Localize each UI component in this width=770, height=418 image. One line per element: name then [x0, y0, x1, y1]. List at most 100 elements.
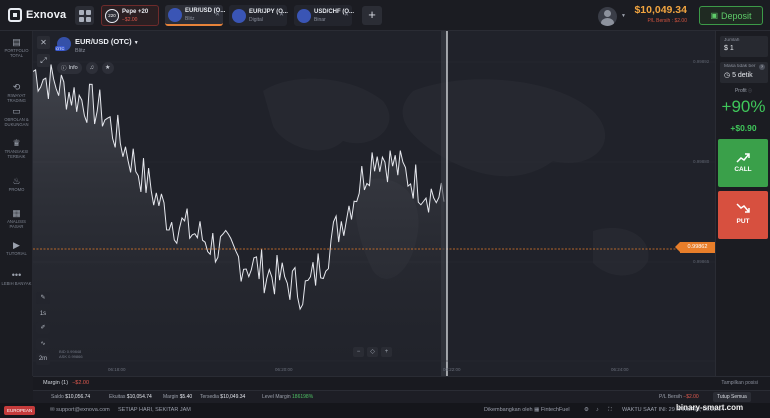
close-icon[interactable]: ✕: [215, 11, 220, 18]
developer-credit: Dikembangkan oleh ▦ FintechFuel: [484, 407, 570, 413]
close-icon[interactable]: ✕: [279, 11, 284, 18]
sidebar-item-best-trades[interactable]: ♛ TRANSAKSI TERBAIK: [0, 138, 33, 159]
eu-flag-icon: [232, 8, 246, 23]
put-button[interactable]: PUT: [718, 191, 768, 239]
tab-pepe[interactable]: 220 Pepe +20 −$2.00: [101, 5, 159, 26]
more-icon: •••: [11, 270, 22, 280]
close-icon[interactable]: ✕: [344, 11, 349, 18]
drawing-tools-icon[interactable]: ✎: [36, 292, 50, 304]
account-stats: Saldo $10,056.74 Ekuitas $10,054.74 Marg…: [33, 390, 770, 403]
pencil-icon[interactable]: ✐: [36, 322, 50, 334]
equity-value: $10,054.74: [126, 394, 152, 400]
expiry-field[interactable]: Masa tidak ber ◷ 5 detik ?: [720, 62, 768, 83]
profit-label: Profit: [734, 88, 747, 94]
info-button[interactable]: ⓘ Info: [57, 62, 82, 74]
chart-area[interactable]: ✕ ⤢ OTC EUR/USD (OTC) ▼ Blitz ⓘ Info ♫ ★…: [33, 31, 715, 376]
support-email[interactable]: support@exnova.com: [56, 407, 110, 413]
help-icon[interactable]: ⓘ: [748, 88, 752, 93]
sidebar-item-tutorial[interactable]: ▶ TUTORIAL: [0, 240, 33, 256]
expand-icon[interactable]: ⤢: [37, 54, 50, 67]
eu-flag-icon: [168, 7, 182, 22]
sidebar-item-market-analysis[interactable]: ▦ ANALISIS PASAR: [0, 208, 33, 229]
tab-eur-usd[interactable]: EUR/USD (O... Blitz ✕: [165, 5, 225, 26]
news-icon: ▦: [12, 208, 21, 218]
x-tick-label: 06:20:00: [275, 367, 293, 372]
wallet-icon: ▣: [710, 11, 719, 20]
timeframe-2m[interactable]: 2m: [36, 353, 50, 365]
add-tab-button[interactable]: +: [362, 6, 382, 25]
logo[interactable]: Exnova: [8, 8, 66, 22]
top-bar: Exnova 220 Pepe +20 −$2.00 EUR/USD (O...…: [0, 0, 770, 31]
balance-amount: $10,049.34: [634, 4, 687, 16]
tutorial-icon: ▶: [13, 240, 20, 250]
amount-value[interactable]: $ 1: [724, 45, 764, 52]
tab-sub: −$2.00: [122, 16, 138, 23]
x-tick-label: 06:24:00: [611, 367, 629, 372]
sidebar-item-history[interactable]: ⟲ RIWAYAT TRADING: [0, 82, 33, 103]
sidebar-item-promo[interactable]: ♨ PROMO: [0, 176, 33, 192]
y-tick-label: 0.99892: [693, 59, 710, 64]
asset-sub: Blitz: [75, 48, 86, 54]
zoom-reset-button[interactable]: ◇: [367, 347, 378, 357]
asset-header[interactable]: OTC EUR/USD (OTC) ▼ Blitz: [55, 37, 139, 54]
clock-icon: ◷: [724, 72, 731, 79]
apps-grid-button[interactable]: [75, 6, 94, 25]
trophy-icon: ♛: [12, 138, 21, 148]
zoom-in-button[interactable]: +: [381, 347, 392, 357]
settings-icon[interactable]: ⚙: [584, 407, 589, 413]
close-all-button[interactable]: Tutup Semua: [713, 392, 751, 402]
ask-value: ASK 0.99866: [59, 354, 83, 359]
tab-usd-chf[interactable]: USD/CHF (O... Binar ✕: [294, 5, 354, 26]
star-icon[interactable]: ★: [101, 62, 114, 74]
close-chart-button[interactable]: ✕: [37, 36, 50, 49]
pepe-badge-icon: 220: [105, 8, 119, 23]
y-tick-label: 0.99865: [693, 259, 710, 264]
tab-label: Pepe +20: [122, 8, 149, 15]
info-icon: ⓘ: [61, 66, 67, 72]
price-chart: [33, 31, 715, 376]
briefcase-icon: ▤: [12, 37, 21, 47]
show-positions-link[interactable]: Tampilkan posisi: [721, 380, 758, 386]
language-selector[interactable]: EUROPEAN: [4, 406, 36, 415]
chevron-down-icon[interactable]: ▼: [621, 13, 626, 19]
asset-actions: ⓘ Info ♫ ★: [57, 62, 114, 74]
margin-title: Margin (1): [43, 380, 69, 386]
trend-up-icon: [736, 153, 750, 163]
amount-field[interactable]: Jumlah $ 1: [720, 36, 768, 57]
chart-type-icon[interactable]: ∿: [36, 338, 50, 350]
mail-icon: ✉: [50, 407, 55, 413]
margin-pl: −$2.00: [72, 380, 90, 386]
trend-down-icon: [736, 203, 750, 213]
bell-icon[interactable]: ♫: [85, 62, 98, 74]
profit-amount: +$0.90: [730, 123, 757, 133]
margin-value: $5.40: [179, 394, 193, 400]
available-value: $10,049.34: [220, 394, 246, 400]
help-icon[interactable]: ?: [759, 64, 765, 70]
zoom-out-button[interactable]: −: [353, 347, 364, 357]
x-tick-label: 06:18:00: [108, 367, 126, 372]
sidebar-item-chat[interactable]: ▭ OBROLAN & DUKUNGAN: [0, 106, 33, 127]
timeframe-1s[interactable]: 1s: [36, 308, 50, 320]
call-button[interactable]: CALL: [718, 139, 768, 187]
chevron-down-icon: ▼: [133, 40, 139, 46]
sidebar: ▤ PORTFOLIO TOTAL ⟲ RIWAYAT TRADING ▭ OB…: [0, 31, 33, 376]
fullscreen-icon[interactable]: ⛶: [608, 407, 612, 414]
y-tick-label: 0.99880: [693, 159, 710, 164]
net-pl-value: −$2.00: [683, 394, 699, 400]
bid-ask: BID 0.99848 ASK 0.99866: [59, 349, 83, 359]
deposit-button[interactable]: ▣ Deposit: [699, 6, 763, 25]
deposit-label: Deposit: [721, 10, 752, 21]
avatar[interactable]: [598, 7, 617, 26]
x-tick-label: 06:22:00: [443, 367, 461, 372]
support-hours: SETIAP HARI, SEKITAR JAM: [118, 407, 191, 413]
asset-title: EUR/USD (OTC): [75, 37, 132, 46]
profit-percent: +90%: [721, 97, 766, 116]
margin-bar[interactable]: Margin (1) −$2.00 Tampilkan posisi: [33, 376, 770, 390]
balance-block[interactable]: $10,049.34 P/L Bersih : $2.00: [630, 4, 687, 24]
watermark: binary-smart.com: [676, 403, 744, 412]
tab-eur-jpy[interactable]: EUR/JPY (O... Digital ✕: [229, 5, 288, 26]
sidebar-item-portfolio[interactable]: ▤ PORTFOLIO TOTAL: [0, 37, 33, 58]
volume-icon[interactable]: ♪: [596, 407, 599, 413]
sidebar-item-more[interactable]: ••• LEBIH BANYAK: [0, 270, 33, 286]
us-flag-icon: [297, 8, 311, 23]
